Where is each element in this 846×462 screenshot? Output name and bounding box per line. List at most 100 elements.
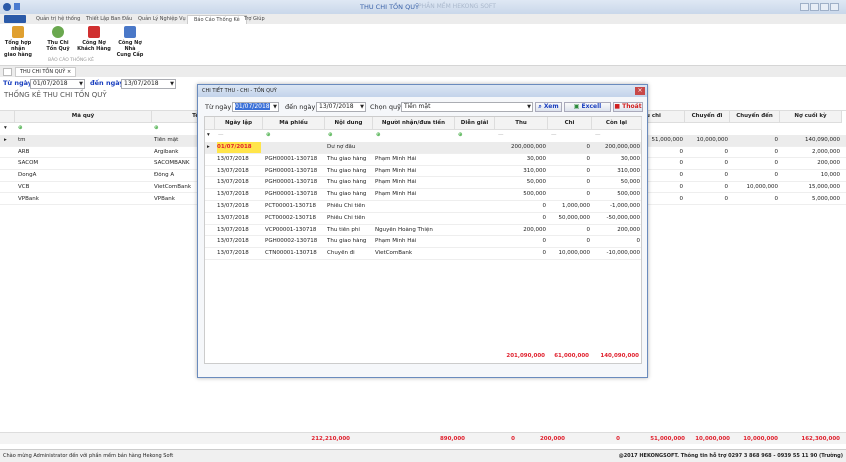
filter-icon[interactable]: —: [498, 132, 504, 138]
customer-debt-button[interactable]: Công Nợ Khách Hàng: [76, 26, 112, 52]
label: Khách Hàng: [77, 46, 111, 52]
tab-initial-setup[interactable]: Thiết Lập Ban Đầu: [80, 15, 138, 24]
doc-tab-thu-chi[interactable]: THU CHI TỒN QUỸ ×: [15, 67, 77, 77]
cell: Phạm Minh Hải: [375, 167, 417, 174]
dialog-to-date[interactable]: 13/07/2018 ▼: [316, 102, 366, 112]
help-button[interactable]: [800, 3, 809, 11]
cell: 200,000,000: [605, 144, 640, 150]
table-row[interactable]: 13/07/2018 PCT00002-130718 Phiếu Chi tiền 0…: [205, 213, 641, 225]
filter-icon[interactable]: ⊕: [328, 132, 333, 138]
from-label: Từ ngày: [3, 79, 33, 87]
total-cell: 51,000,000: [650, 436, 685, 442]
table-row[interactable]: 13/07/2018 PCT00001-130718 Phiếu Chi tiền 0…: [205, 201, 641, 213]
col-header[interactable]: Còn lại: [592, 117, 642, 130]
maximize-button[interactable]: [820, 3, 829, 11]
cell: 0: [724, 172, 729, 179]
cell: Phạm Minh Hải: [375, 238, 417, 245]
table-row[interactable]: 13/07/2018 PGH00001-130718 Thu giao hàng Ph…: [205, 189, 641, 201]
sigma-icon: [12, 26, 24, 38]
cell: 500,000: [523, 191, 546, 198]
supplier-debt-button[interactable]: Công Nợ Nhà Cung Cấp: [112, 26, 148, 58]
col-header[interactable]: Thu: [495, 117, 548, 130]
cell: 13/07/2018: [217, 167, 249, 174]
cell: Argibank: [154, 148, 179, 155]
col-header[interactable]: Người nhận/đưa tiền: [373, 117, 455, 130]
cell: 13/07/2018: [217, 238, 249, 245]
window-title: THU CHI TỒN QUỸ: [360, 3, 419, 11]
tab-help[interactable]: Trợ Giúp: [238, 15, 271, 24]
filter-icon[interactable]: —: [595, 132, 601, 138]
minimize-button[interactable]: [810, 3, 819, 11]
col-chuyen-den[interactable]: Chuyển đến: [730, 111, 780, 123]
exit-button[interactable]: ■ Thoát: [613, 102, 643, 112]
cash-fund-button[interactable]: Thu Chi Tồn Quỹ: [40, 26, 76, 52]
cell: 0: [774, 137, 779, 143]
filter-icon[interactable]: ⊕: [266, 132, 271, 138]
cell: 0: [586, 191, 591, 198]
col-ma-quy[interactable]: Mã quỹ: [15, 111, 152, 123]
cell: 10,000,000: [746, 183, 779, 190]
file-menu-button[interactable]: [4, 15, 26, 23]
table-row[interactable]: 13/07/2018 VCP00001-130718 Thu tiền phí Ngu…: [205, 225, 641, 237]
table-row[interactable]: 13/07/2018 PGH00002-130718 Thu giao hàng Ph…: [205, 236, 641, 249]
col-chuyen-di[interactable]: Chuyển đi: [685, 111, 730, 123]
customer-debt-icon: [88, 26, 100, 38]
tab-label: THU CHI TỒN QUỸ: [20, 69, 66, 75]
cell: Dư nợ đầu: [327, 144, 356, 150]
filter-icon[interactable]: —: [218, 132, 224, 138]
cell: 2,000,000: [812, 148, 840, 155]
filter-icon[interactable]: ⊕: [458, 132, 463, 138]
cell: 0: [586, 167, 591, 174]
to-date-picker[interactable]: 13/07/2018 ▼: [121, 79, 176, 89]
filter-icon[interactable]: ⊕: [18, 125, 23, 131]
close-button[interactable]: [830, 3, 839, 11]
dialog-from-date[interactable]: 01/07/2018 ▼: [232, 102, 279, 112]
excel-button[interactable]: ▣ Excell: [564, 102, 611, 112]
cell: Thu giao hàng: [327, 155, 367, 162]
save-icon[interactable]: [14, 3, 20, 10]
filter-icon[interactable]: ⊕: [376, 132, 381, 138]
tab-operations[interactable]: Quản Lý Nghiệp Vụ: [132, 15, 192, 24]
summary-delivery-button[interactable]: Tổng hợp nhận giao hàng: [0, 26, 36, 58]
cell: Phiếu Chi tiền: [327, 203, 366, 209]
table-row[interactable]: 13/07/2018 CTN00001-130718 Chuyển đi VietCo…: [205, 248, 641, 260]
table-row[interactable]: 13/07/2018 PGH00001-130718 Thu giao hàng Ph…: [205, 177, 641, 190]
label: Tồn Quỹ: [46, 46, 70, 52]
col-no-cuoi-ky[interactable]: Nợ cuối kỳ: [780, 111, 842, 123]
dialog-close-button[interactable]: ×: [635, 87, 645, 95]
header-corner: [205, 117, 215, 130]
excel-icon: ▣: [573, 103, 580, 110]
cell: Tiền mặt: [154, 137, 179, 143]
filter-icon[interactable]: ⊕: [154, 125, 159, 131]
cell: 200,000: [617, 226, 640, 233]
value: Tiền mặt: [404, 103, 431, 110]
row-indicator: ▸: [207, 144, 210, 150]
cell: SACOM: [18, 160, 39, 167]
filter-icon[interactable]: —: [551, 132, 557, 138]
cell: -10,000,000: [606, 250, 640, 257]
value: 01/07/2018: [33, 80, 68, 87]
detail-dialog: CHI TIẾT THU - CHI - TỒN QUỸ × Từ ngày 01…: [197, 84, 648, 378]
total-cell: 0: [616, 436, 620, 442]
label: Tổng hợp nhận: [4, 40, 32, 52]
col-header[interactable]: Nội dung: [325, 117, 373, 130]
col-header[interactable]: Diễn giải: [455, 117, 495, 130]
search-icon: ⌕: [538, 103, 542, 110]
table-row[interactable]: ▸ 01/07/2018 Dư nợ đầu 200,000,000 0 200,000,…: [205, 142, 641, 154]
fund-select[interactable]: Tiền mặt ▼: [401, 102, 533, 112]
table-row[interactable]: 13/07/2018 PGH00001-130718 Thu giao hàng Ph…: [205, 154, 641, 166]
col-header[interactable]: Chi: [548, 117, 592, 130]
cell: Phiếu Chi tiền: [327, 214, 366, 221]
close-tab-icon[interactable]: ×: [67, 69, 71, 75]
from-date-picker[interactable]: 01/07/2018 ▼: [30, 79, 85, 89]
table-row[interactable]: 13/07/2018 PGH00001-130718 Thu giao hàng Ph…: [205, 166, 641, 178]
col-ten[interactable]: Tê: [152, 111, 200, 123]
col-header[interactable]: Ngày lập: [215, 117, 263, 130]
view-button[interactable]: ⌕ Xem: [535, 102, 562, 112]
value: 01/07/2018: [235, 103, 270, 110]
dialog-title-text: CHI TIẾT THU - CHI - TỒN QUỸ: [202, 88, 277, 94]
col-header[interactable]: Mã phiếu: [263, 117, 325, 130]
from-label: Từ ngày: [205, 103, 232, 111]
tab-system[interactable]: Quản trị hệ thống: [30, 15, 86, 24]
tab-list-button[interactable]: [3, 68, 12, 76]
